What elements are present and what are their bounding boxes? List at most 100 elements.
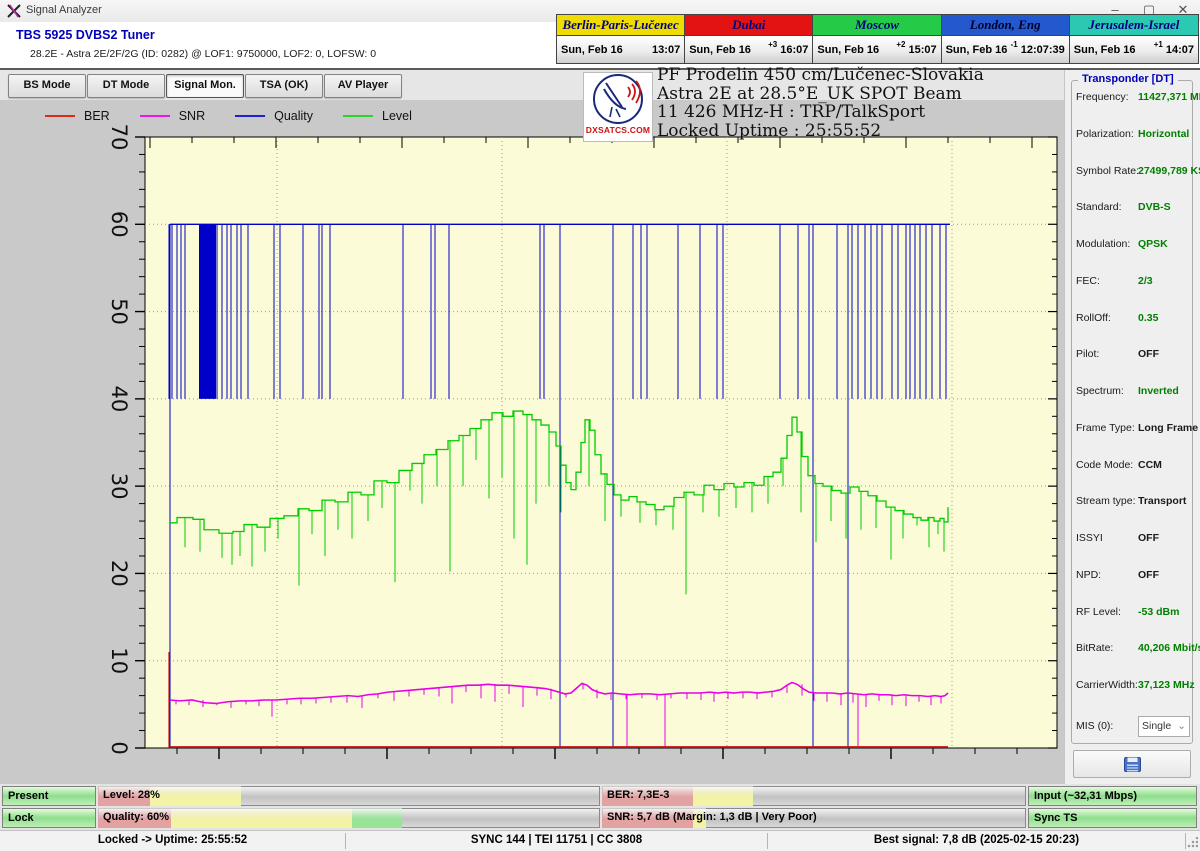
sync-ts-indicator: Sync TS — [1028, 808, 1197, 828]
transponder-panel: Transponder [DT] Frequency:11427,371 MHz… — [1064, 70, 1200, 784]
tuner-title: TBS 5925 DVBS2 Tuner — [16, 28, 155, 42]
transponder-row-value: OFF — [1138, 348, 1159, 360]
chevron-down-icon: ⌄ — [1177, 720, 1186, 732]
clock-date: Sun, Feb 16 — [561, 44, 649, 56]
clock-date: Sun, Feb 16 — [1074, 44, 1154, 56]
mis-value: Single — [1142, 720, 1171, 732]
clock-dubai: Dubai Sun, Feb 16+316:07 — [685, 15, 813, 63]
feed-line-dish: PF Prodelin 450 cm/Lučenec-Slovakia — [657, 66, 1087, 85]
legend-swatch-level — [343, 115, 373, 117]
tab-tsa[interactable]: TSA (OK) — [245, 74, 323, 98]
transponder-row-label: Pilot: — [1076, 348, 1138, 360]
transponder-row-value: CCM — [1138, 459, 1162, 471]
clock-date: Sun, Feb 16 — [689, 44, 768, 56]
transponder-row-label: Standard: — [1076, 201, 1138, 213]
legend-label: Quality — [274, 109, 313, 123]
transponder-row-label: BitRate: — [1076, 642, 1138, 654]
logo-text: DXSATCS.COM — [586, 125, 650, 135]
tab-dt-mode[interactable]: DT Mode — [87, 74, 165, 98]
transponder-row: Frequency:11427,371 MHz — [1076, 91, 1190, 103]
tab-av-player[interactable]: AV Player — [324, 74, 402, 98]
transponder-row-value: 27499,789 KS/s — [1138, 165, 1200, 177]
input-rate-indicator: Input (~32,31 Mbps) — [1028, 786, 1197, 806]
status-bar: Locked -> Uptime: 25:55:52 SYNC 144 | TE… — [0, 830, 1200, 851]
transponder-row-label: FEC: — [1076, 275, 1138, 287]
transponder-row: ISSYIOFF — [1076, 532, 1190, 544]
transponder-row-value: 37,123 MHz — [1138, 679, 1195, 691]
legend-label: SNR — [179, 109, 205, 123]
transponder-row: Symbol Rate:27499,789 KS/s — [1076, 165, 1190, 177]
transponder-row-label: Stream type: — [1076, 495, 1138, 507]
tuner-subtitle: 28.2E - Astra 2E/2F/2G (ID: 0282) @ LOF1… — [30, 48, 376, 60]
quality-gauge-fill — [171, 808, 352, 828]
legend-label: Level — [382, 109, 412, 123]
transponder-row-label: Code Mode: — [1076, 459, 1138, 471]
transponder-row-label: RollOff: — [1076, 312, 1138, 324]
transponder-row: Stream type:Transport — [1076, 495, 1190, 507]
transponder-row: NPD:OFF — [1076, 569, 1190, 581]
svg-text:10: 10 — [107, 647, 131, 674]
feed-line-satellite: Astra 2E at 28.5°E_UK SPOT Beam — [657, 85, 1087, 104]
transponder-row-value: OFF — [1138, 532, 1159, 544]
transponder-row-label: NPD: — [1076, 569, 1138, 581]
window-title: Signal Analyzer — [26, 4, 102, 16]
quality-gauge-label: Quality: 60% — [103, 808, 169, 827]
transponder-rows: Frequency:11427,371 MHzPolarization:Hori… — [1076, 91, 1190, 737]
clock-jerusalem: Jerusalem-Israel Sun, Feb 16+114:07 — [1070, 15, 1198, 63]
transponder-row: RollOff:0.35 — [1076, 312, 1190, 324]
lock-indicator: Lock — [2, 808, 96, 828]
transponder-row-value: -53 dBm — [1138, 606, 1179, 618]
transponder-row: FEC:2/3 — [1076, 275, 1190, 287]
status-sync-counters: SYNC 144 | TEI 11751 | CC 3808 — [346, 831, 767, 851]
transponder-row-value: 40,206 Mbit/s — [1138, 642, 1200, 654]
clock-city-label: London, Eng — [942, 15, 1069, 36]
transponder-row: CarrierWidth:37,123 MHz — [1076, 679, 1190, 691]
transponder-row: Modulation:QPSK — [1076, 238, 1190, 250]
transponder-row: RF Level:-53 dBm — [1076, 606, 1190, 618]
clock-city-label: Jerusalem-Israel — [1070, 15, 1198, 36]
transponder-row: Standard:DVB-S — [1076, 201, 1190, 213]
transponder-row-label: Symbol Rate: — [1076, 165, 1138, 177]
quality-gauge: Quality: 60% — [98, 808, 600, 828]
transponder-row-value: QPSK — [1138, 238, 1168, 250]
transponder-row: Code Mode:CCM — [1076, 459, 1190, 471]
legend-item-level: Level — [343, 109, 412, 123]
save-button[interactable] — [1073, 750, 1191, 778]
clock-city-label: Berlin-Paris-Lučenec — [557, 15, 684, 36]
transponder-title: Transponder [DT] — [1078, 73, 1178, 85]
clock-time: 13:07 — [652, 44, 680, 56]
clock-date: Sun, Feb 16 — [946, 44, 1011, 56]
transponder-row-value: OFF — [1138, 569, 1159, 581]
transponder-row-label: Modulation: — [1076, 238, 1138, 250]
transponder-row: Spectrum:Inverted — [1076, 385, 1190, 397]
transponder-row-label: RF Level: — [1076, 606, 1138, 618]
transponder-row-value: 0.35 — [1138, 312, 1158, 324]
svg-text:60: 60 — [107, 211, 131, 238]
legend-item-quality: Quality — [235, 109, 313, 123]
world-clocks: Berlin-Paris-Lučenec Sun, Feb 1613:07 Du… — [556, 14, 1199, 64]
transponder-row-value: DVB-S — [1138, 201, 1171, 213]
tab-bs-mode[interactable]: BS Mode — [8, 74, 86, 98]
feed-line-uptime: Locked Uptime : 25:55:52 — [657, 122, 1087, 141]
mis-select[interactable]: Single ⌄ — [1138, 716, 1190, 737]
tab-signal-mon[interactable]: Signal Mon. — [166, 74, 244, 98]
feed-line-frequency: 11 426 MHz-H : TRP/TalkSport — [657, 103, 1087, 122]
transponder-row-value: Inverted — [1138, 385, 1179, 397]
level-gauge-fill — [150, 786, 241, 806]
mis-row: MIS (0):Single⌄ — [1076, 716, 1190, 737]
chart-legend: BER SNR Quality Level — [45, 106, 412, 126]
clock-date: Sun, Feb 16 — [817, 44, 896, 56]
clock-time: 14:07 — [1166, 44, 1194, 56]
resize-grip[interactable] — [1186, 837, 1198, 849]
legend-swatch-quality — [235, 115, 265, 117]
snr-gauge: SNR: 5,7 dB (Margin: 1,3 dB | Very Poor) — [602, 808, 1026, 828]
transponder-row: Pilot:OFF — [1076, 348, 1190, 360]
clock-utc-offset: +3 — [768, 40, 777, 49]
transponder-groupbox: Transponder [DT] Frequency:11427,371 MHz… — [1071, 80, 1193, 744]
feed-info-text: PF Prodelin 450 cm/Lučenec-Slovakia Astr… — [657, 66, 1087, 140]
clock-utc-offset: -1 — [1011, 40, 1018, 49]
legend-item-ber: BER — [45, 109, 110, 123]
dxsatcs-logo: DXSATCS.COM — [583, 72, 653, 142]
ber-gauge-label: BER: 7,3E-3 — [607, 786, 669, 805]
transponder-row-value: Horizontal — [1138, 128, 1189, 140]
